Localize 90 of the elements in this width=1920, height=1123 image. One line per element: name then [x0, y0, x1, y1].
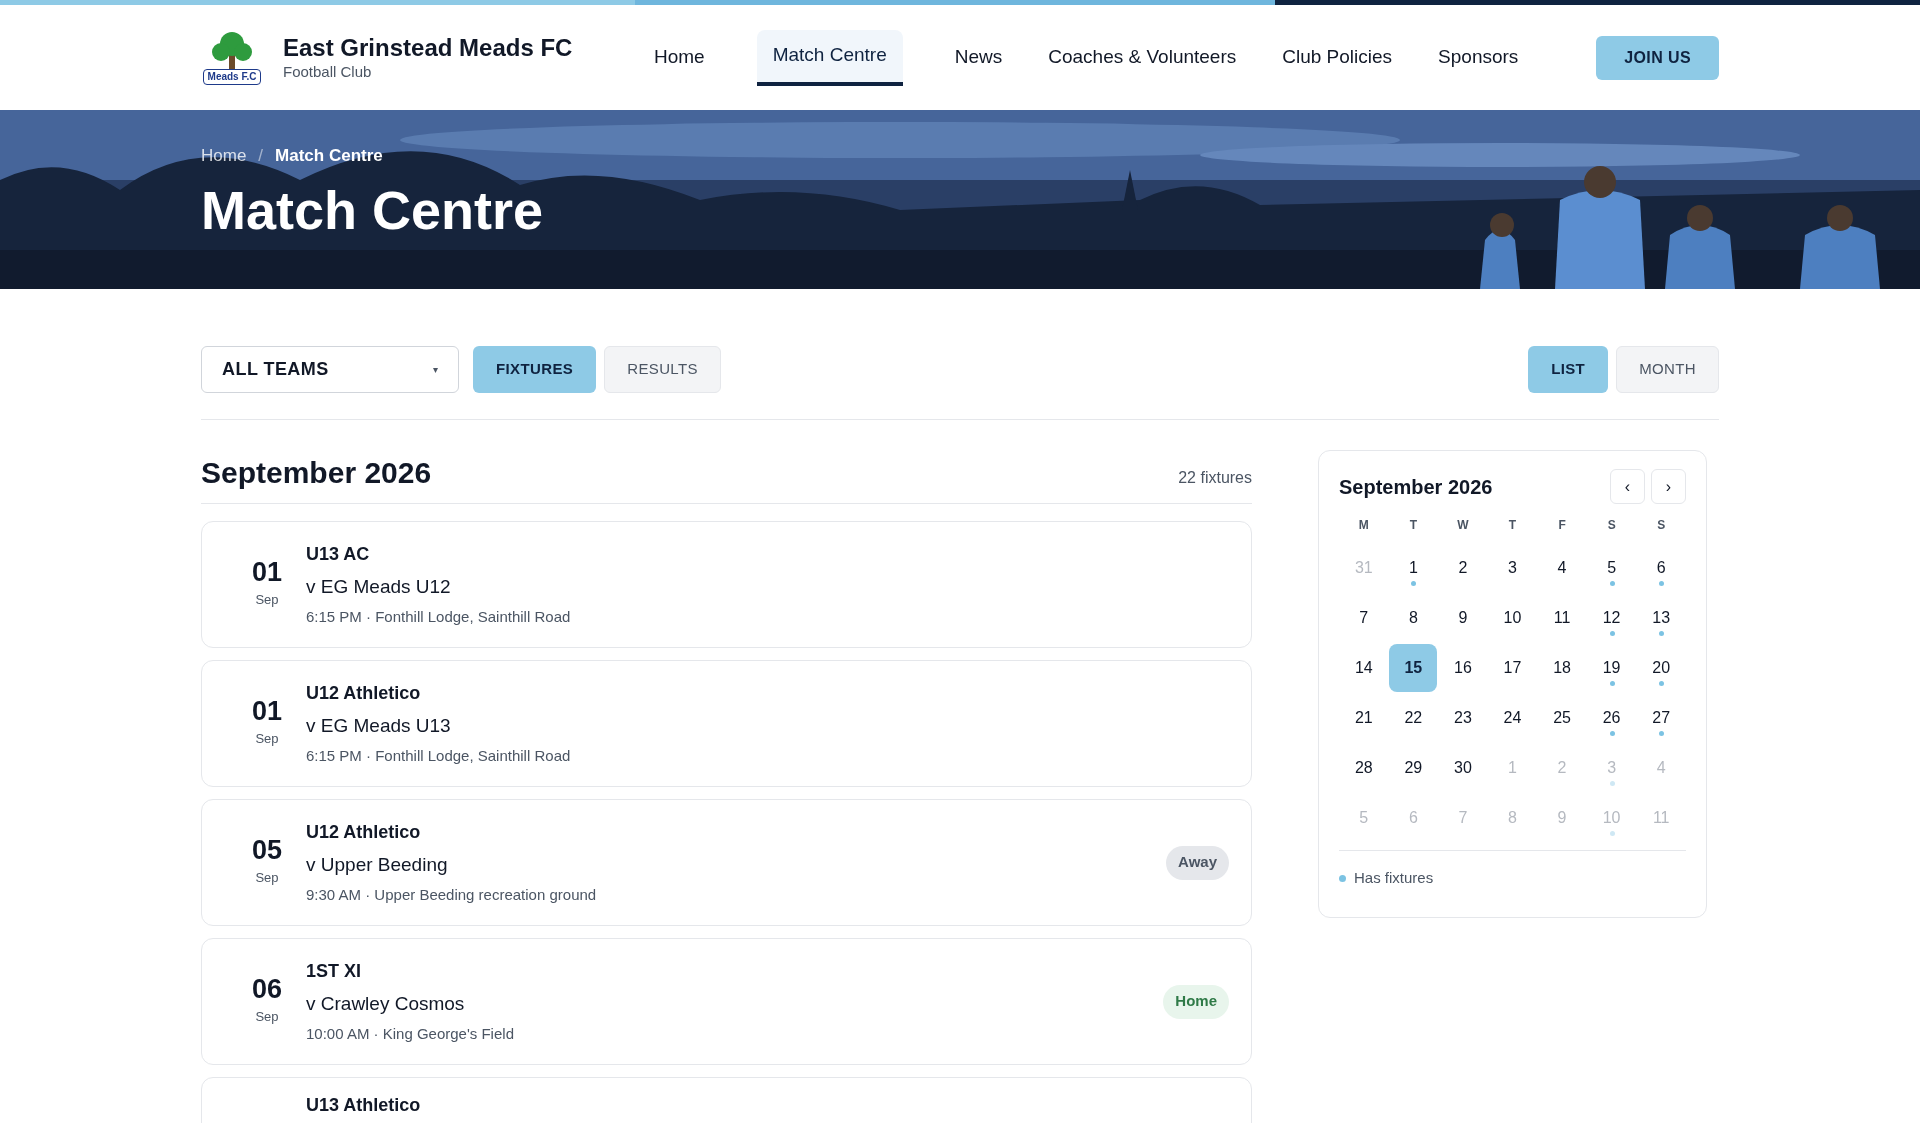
fixture-day: 01: [251, 698, 282, 726]
fixture-card[interactable]: 01 Sep U12 Athletico v EG Meads U13 6:15 PM · Fonthill Lodge, Sainthill Road: [201, 660, 1252, 787]
fixture-team: U12 Athletico: [306, 820, 422, 844]
calendar-day[interactable]: 27: [1637, 694, 1686, 742]
calendar-day[interactable]: 6: [1637, 544, 1686, 592]
calendar-day[interactable]: 28: [1339, 744, 1388, 792]
filter-tab[interactable]: RESULTS: [604, 346, 721, 393]
fixture-card[interactable]: 06 Sep 1ST XI v Crawley Cosmos 10:00 AM · King George's Field Home: [201, 938, 1252, 1065]
nav-link[interactable]: Home: [636, 29, 723, 86]
filter-tab[interactable]: MONTH: [1616, 346, 1719, 393]
calendar-day[interactable]: 30: [1438, 744, 1487, 792]
calendar-day[interactable]: 17: [1488, 644, 1537, 692]
calendar-day[interactable]: 16: [1438, 644, 1487, 692]
fixture-opponent: v EG Meads U13: [306, 713, 452, 738]
breadcrumb-separator: /: [258, 145, 264, 167]
calendar-day[interactable]: 13: [1637, 594, 1686, 642]
weekday-label: T: [1409, 517, 1417, 534]
calendar-day[interactable]: 7: [1339, 594, 1388, 642]
fixture-team: U13 Athletico: [306, 1094, 421, 1117]
next-month-button[interactable]: ›: [1651, 469, 1686, 504]
nav-link[interactable]: Coaches & Volunteers: [1030, 29, 1255, 86]
calendar-day[interactable]: 11: [1538, 594, 1587, 642]
fixture-team: U12 Athletico: [306, 681, 422, 705]
calendar-day[interactable]: 18: [1538, 644, 1587, 692]
weekday-label: S: [1607, 517, 1616, 534]
fixture-card[interactable]: 01 Sep U13 AC v EG Meads U12 6:15 PM · Fonthill Lodge, Sainthill Road: [201, 521, 1252, 648]
fixture-team: 1ST XI: [306, 959, 363, 983]
fixture-month: Sep: [255, 869, 279, 888]
calendar-day[interactable]: 1: [1389, 544, 1438, 592]
fixture-card[interactable]: 05 Sep U12 Athletico v Upper Beeding 9:30 AM · Upper Beeding recreation ground Away: [201, 799, 1252, 926]
legend-label: Has fixtures: [1354, 868, 1434, 888]
calendar-day[interactable]: 8: [1389, 594, 1438, 642]
fixture-month: Sep: [255, 730, 279, 749]
weekday-label: S: [1657, 517, 1666, 534]
nav-link[interactable]: News: [936, 29, 1021, 86]
logo-text: Meads F.C: [202, 68, 262, 85]
fixture-day: 06: [251, 976, 282, 1004]
venue-badge: Home: [1163, 984, 1229, 1019]
calendar-day[interactable]: 2: [1438, 544, 1487, 592]
fixture-opponent: v EG Meads U12: [306, 574, 452, 599]
calendar-day[interactable]: 20: [1637, 644, 1686, 692]
breadcrumb-current[interactable]: Match Centre: [275, 143, 383, 169]
weekday-label: W: [1457, 517, 1469, 534]
fixture-day: 05: [251, 837, 282, 865]
calendar-day[interactable]: 22: [1389, 694, 1438, 742]
fixture-opponent: v Upper Beeding: [306, 852, 449, 877]
fixture-details: 10:00 AM · King George's Field: [306, 1024, 514, 1044]
calendar-day[interactable]: 9: [1438, 594, 1487, 642]
calendar-title: September 2026: [1339, 474, 1493, 500]
calendar-day[interactable]: 3: [1488, 544, 1537, 592]
calendar-day[interactable]: 14: [1339, 644, 1388, 692]
calendar-day[interactable]: 21: [1339, 694, 1388, 742]
calendar-day[interactable]: 24: [1488, 694, 1537, 742]
weekday-label: F: [1558, 517, 1566, 534]
calendar-day[interactable]: 4: [1538, 544, 1587, 592]
fixture-card[interactable]: U13 Athletico: [201, 1077, 1252, 1123]
fixture-day: 01: [251, 559, 282, 587]
calendar-day[interactable]: 19: [1587, 644, 1636, 692]
fixture-opponent: v Crawley Cosmos: [306, 991, 466, 1016]
tree-icon[interactable]: [210, 30, 254, 69]
nav-link[interactable]: Sponsors: [1420, 29, 1537, 86]
fixture-month: Sep: [255, 1008, 279, 1027]
filter-tab[interactable]: LIST: [1528, 346, 1609, 393]
filter-tab[interactable]: FIXTURES: [473, 346, 597, 393]
page-title: Match Centre: [201, 178, 545, 242]
calendar-day[interactable]: 5: [1587, 544, 1636, 592]
fixture-details: 6:15 PM · Fonthill Lodge, Sainthill Road: [306, 607, 571, 627]
site-name[interactable]: East Grinstead Meads FC: [283, 33, 573, 64]
calendar-day[interactable]: 23: [1438, 694, 1487, 742]
calendar-day[interactable]: 12: [1587, 594, 1636, 642]
month-heading: September 2026: [201, 455, 432, 491]
calendar-day[interactable]: 25: [1538, 694, 1587, 742]
fixture-details: 9:30 AM · Upper Beeding recreation ground: [306, 885, 597, 905]
weekday-label: M: [1358, 517, 1369, 534]
calendar-day[interactable]: 26: [1587, 694, 1636, 742]
fixture-team: U13 AC: [306, 542, 371, 566]
calendar-day[interactable]: 10: [1488, 594, 1537, 642]
fixture-month: Sep: [255, 591, 279, 610]
team-filter-dropdown[interactable]: ALL TEAMS ▾: [201, 346, 459, 393]
previous-month-button[interactable]: ‹: [1610, 469, 1645, 504]
venue-badge: Away: [1166, 845, 1229, 880]
calendar-day[interactable]: 29: [1389, 744, 1438, 792]
join-button[interactable]: JOIN US: [1596, 35, 1719, 80]
fixture-details: 6:15 PM · Fonthill Lodge, Sainthill Road: [306, 746, 571, 766]
calendar-day[interactable]: 15: [1389, 644, 1438, 692]
nav-link[interactable]: Match Centre: [756, 29, 903, 86]
site-tagline: Football Club: [283, 63, 373, 82]
nav-link[interactable]: Club Policies: [1264, 29, 1411, 86]
fixture-count: 22 fixtures: [1178, 468, 1252, 488]
weekday-label: T: [1508, 517, 1517, 534]
